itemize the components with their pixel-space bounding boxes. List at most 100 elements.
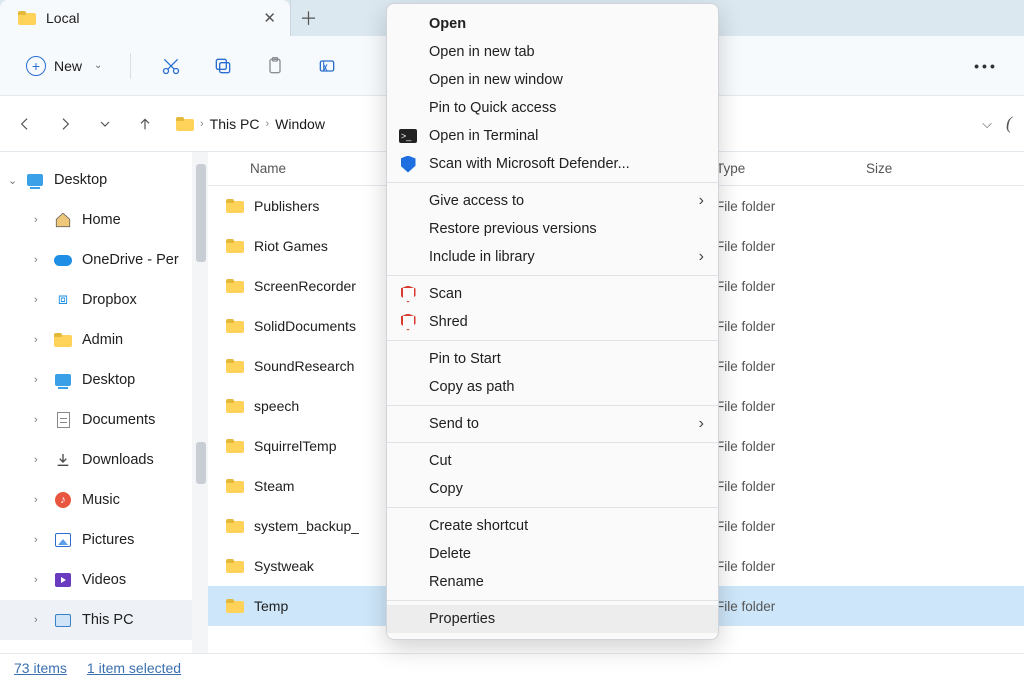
sidebar-item-label: Home — [82, 212, 121, 228]
menu-open-in-new-window[interactable]: Open in new window — [387, 66, 718, 94]
file-name: Systweak — [254, 558, 314, 574]
sidebar-item-videos[interactable]: › Videos — [0, 560, 207, 600]
new-tab-button[interactable]: ＋ — [290, 0, 326, 36]
close-tab-icon[interactable]: ✕ — [263, 9, 276, 27]
file-name: system_backup_ — [254, 518, 359, 534]
chevron-down-icon[interactable]: ⌵ — [982, 116, 992, 132]
rename-button[interactable] — [305, 46, 349, 86]
refresh-icon[interactable]: ( — [1006, 113, 1012, 134]
menu-create-shortcut[interactable]: Create shortcut — [387, 512, 718, 540]
breadcrumb-item[interactable]: Window — [275, 116, 325, 132]
sidebar-item-music[interactable]: ›♪Music — [0, 480, 207, 520]
file-type: File folder — [716, 279, 866, 294]
sidebar-item-desktop[interactable]: ⌄Desktop — [0, 160, 207, 200]
chevron-right-icon[interactable]: › — [34, 454, 38, 466]
menu-copy-as-path[interactable]: Copy as path — [387, 373, 718, 401]
menu-separator — [387, 507, 718, 508]
new-button[interactable]: + New ⌄ — [16, 50, 112, 82]
file-name: Steam — [254, 478, 294, 494]
video-icon — [54, 571, 72, 589]
breadcrumb-item[interactable]: This PC — [210, 116, 260, 132]
tab-title: Local — [46, 10, 79, 26]
menu-rename[interactable]: Rename — [387, 568, 718, 596]
desktop-icon — [54, 371, 72, 389]
sidebar-item-desktop[interactable]: ›Desktop — [0, 360, 207, 400]
menu-label: Open in new window — [429, 72, 563, 88]
sidebar-item-documents[interactable]: ›Documents — [0, 400, 207, 440]
menu-shred[interactable]: Shred — [387, 308, 718, 336]
recent-button[interactable] — [90, 109, 120, 139]
menu-open-in-new-tab[interactable]: Open in new tab — [387, 38, 718, 66]
menu-label: Copy as path — [429, 379, 514, 395]
menu-separator — [387, 340, 718, 341]
folder-icon — [226, 399, 244, 413]
more-button[interactable]: ••• — [964, 58, 1008, 74]
menu-scan[interactable]: Scan — [387, 280, 718, 308]
menu-send-to[interactable]: Send to — [387, 410, 718, 438]
folder-icon — [226, 279, 244, 293]
folder-icon — [226, 479, 244, 493]
sidebar-item-downloads[interactable]: ›Downloads — [0, 440, 207, 480]
menu-restore-previous-versions[interactable]: Restore previous versions — [387, 215, 718, 243]
up-button[interactable] — [130, 109, 160, 139]
pc-icon — [54, 611, 72, 629]
menu-delete[interactable]: Delete — [387, 540, 718, 568]
chevron-right-icon[interactable]: › — [34, 614, 38, 626]
folder-icon — [226, 239, 244, 253]
col-size[interactable]: Size — [866, 161, 1024, 176]
sidebar-item-pictures[interactable]: ›Pictures — [0, 520, 207, 560]
context-menu: Open Open in new tab Open in new window Pin… — [386, 3, 719, 640]
chevron-right-icon[interactable]: › — [34, 414, 38, 426]
menu-scan-with-microsoft-defender[interactable]: Scan with Microsoft Defender... — [387, 150, 718, 178]
copy-button[interactable] — [201, 46, 245, 86]
menu-cut[interactable]: Cut — [387, 447, 718, 475]
cut-button[interactable] — [149, 46, 193, 86]
chevron-right-icon[interactable]: › — [34, 254, 38, 266]
menu-open[interactable]: Open — [387, 10, 718, 38]
file-type: File folder — [716, 599, 866, 614]
sidebar-item-admin[interactable]: › Admin — [0, 320, 207, 360]
col-type[interactable]: Type — [716, 161, 866, 176]
menu-label: Restore previous versions — [429, 221, 597, 237]
menu-properties[interactable]: Properties — [387, 605, 718, 633]
sidebar-item-onedrive[interactable]: ›OneDrive - Per — [0, 240, 207, 280]
document-icon — [54, 411, 72, 429]
forward-button[interactable] — [50, 109, 80, 139]
folder-icon — [226, 359, 244, 373]
file-name: SquirrelTemp — [254, 438, 336, 454]
file-name: SolidDocuments — [254, 318, 356, 334]
menu-label: Open in new tab — [429, 44, 535, 60]
menu-label: Delete — [429, 546, 471, 562]
sidebar-item-label: Videos — [82, 572, 126, 588]
chevron-right-icon[interactable]: › — [34, 534, 38, 546]
folder-icon — [176, 117, 194, 131]
paste-button[interactable] — [253, 46, 297, 86]
file-name: speech — [254, 398, 299, 414]
sidebar-item-label: Admin — [82, 332, 123, 348]
tab-local[interactable]: Local ✕ — [0, 0, 290, 36]
menu-pin-to-start[interactable]: Pin to Start — [387, 345, 718, 373]
menu-label: Pin to Quick access — [429, 100, 556, 116]
chevron-right-icon[interactable]: › — [34, 334, 38, 346]
chevron-right-icon[interactable]: › — [34, 294, 38, 306]
sidebar-item-home[interactable]: › Home — [0, 200, 207, 240]
back-button[interactable] — [10, 109, 40, 139]
chevron-right-icon[interactable]: › — [34, 214, 38, 226]
menu-open-in-terminal[interactable]: >_Open in Terminal — [387, 122, 718, 150]
menu-pin-to-quick-access[interactable]: Pin to Quick access — [387, 94, 718, 122]
menu-copy[interactable]: Copy — [387, 475, 718, 503]
sidebar-scrollbar[interactable] — [192, 152, 208, 653]
menu-include-in-library[interactable]: Include in library — [387, 243, 718, 271]
menu-separator — [387, 600, 718, 601]
sidebar-item-label: This PC — [82, 612, 134, 628]
chevron-right-icon[interactable]: › — [34, 374, 38, 386]
chevron-down-icon[interactable]: ⌄ — [8, 174, 17, 187]
sidebar-item-dropbox[interactable]: ›⧈Dropbox — [0, 280, 207, 320]
chevron-right-icon[interactable]: › — [34, 494, 38, 506]
menu-give-access-to[interactable]: Give access to — [387, 187, 718, 215]
sidebar-item-this[interactable]: › This PC — [0, 600, 207, 640]
folder-icon — [226, 519, 244, 533]
chevron-right-icon[interactable]: › — [34, 574, 38, 586]
file-type: File folder — [716, 199, 866, 214]
file-name: Temp — [254, 598, 288, 614]
